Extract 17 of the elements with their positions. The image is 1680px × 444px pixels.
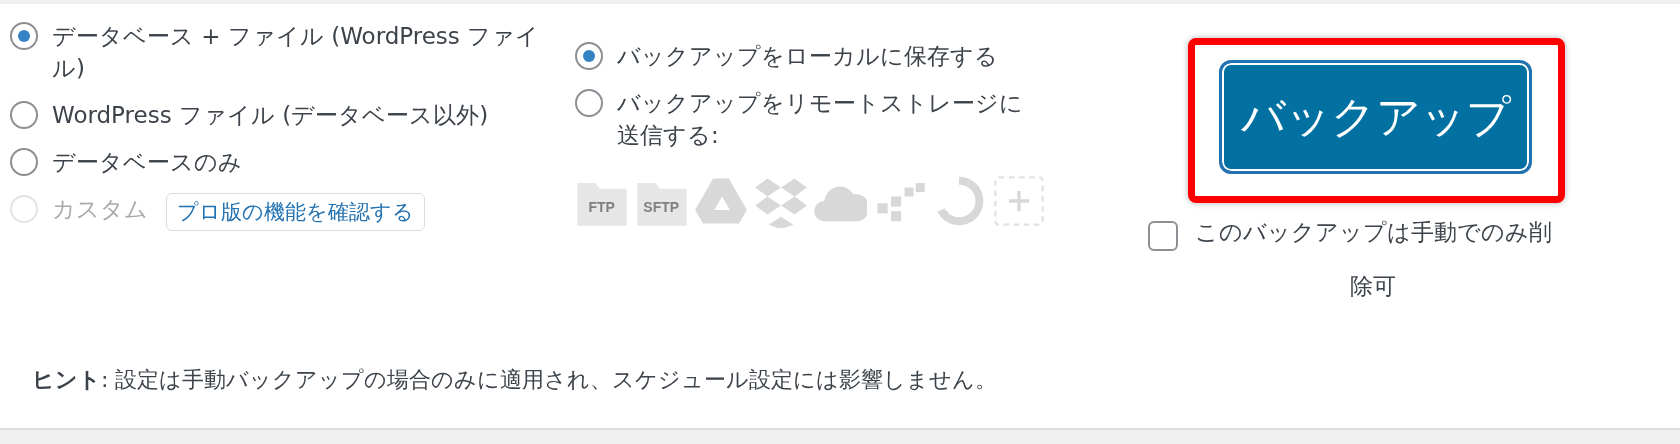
option-label: WordPress ファイル (データベース以外) <box>52 101 489 130</box>
radio-button[interactable] <box>10 22 38 50</box>
radio-button[interactable] <box>575 89 603 117</box>
backup-button[interactable]: バックアップ <box>1219 60 1532 174</box>
radio-button[interactable] <box>10 101 38 129</box>
hint-text: ヒント: 設定は手動バックアップの場合のみに適用され、スケジュール設定には影響しません。 <box>31 366 999 394</box>
option-label: バックアップをローカルに保存する <box>617 42 998 71</box>
radio-button[interactable] <box>10 148 38 176</box>
checkbox[interactable] <box>1148 221 1178 251</box>
option-label: データベースのみ <box>52 148 242 177</box>
option-label: カスタム <box>52 195 148 224</box>
pro-features-link[interactable]: プロ版の機能を確認する <box>166 193 425 231</box>
add-icon[interactable] <box>991 174 1045 228</box>
option-label: データベース + ファイル (WordPress ファイル) <box>52 22 541 83</box>
option-label: バックアップをリモートストレージに送信する: <box>617 89 1024 150</box>
checkbox-label: このバックアップは手動でのみ削除可 <box>1193 218 1553 301</box>
radio-button[interactable] <box>575 42 603 70</box>
